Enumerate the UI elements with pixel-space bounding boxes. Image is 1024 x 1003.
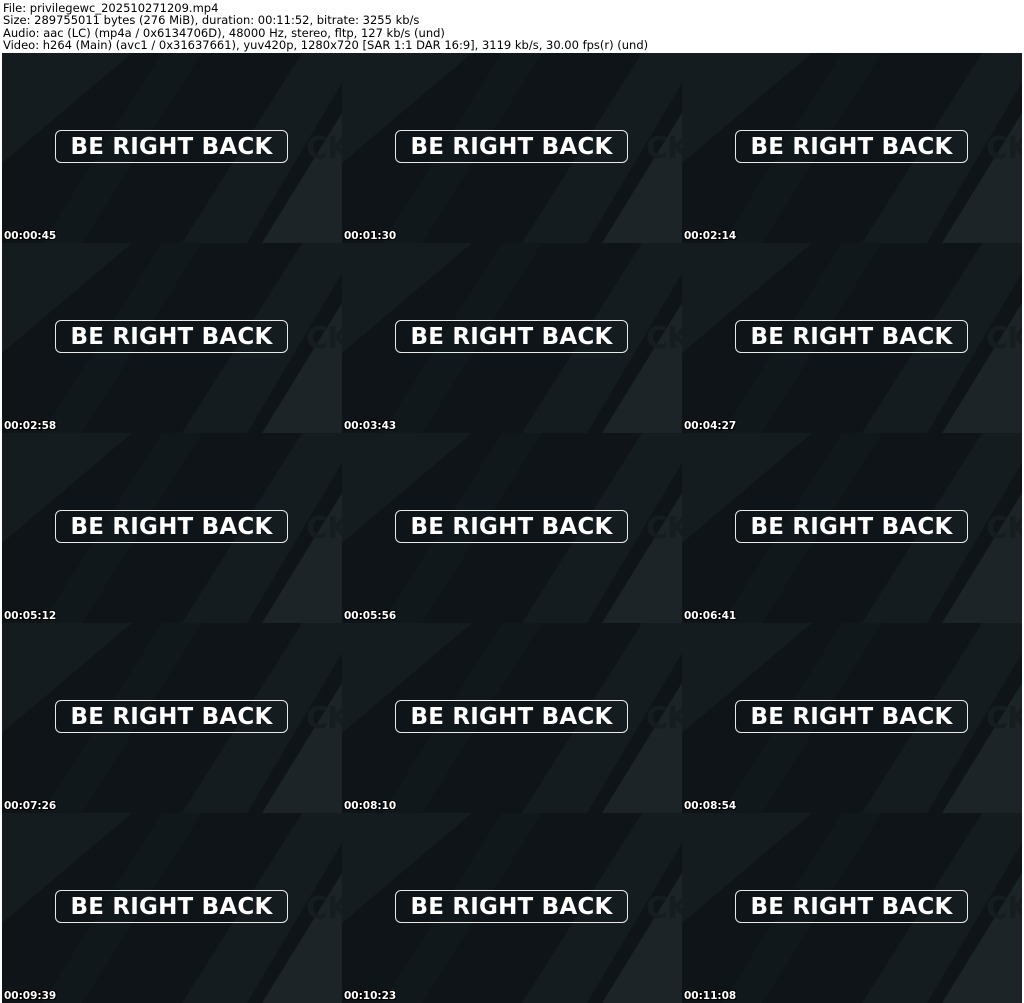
frame-timestamp: 00:02:58 bbox=[4, 420, 57, 432]
ghost-text: CK bbox=[306, 131, 342, 166]
video-frame-thumbnail: CK BE RIGHT BACK 00:09:39 bbox=[2, 813, 342, 1003]
frame-timestamp: 00:00:45 bbox=[4, 230, 57, 242]
video-frame-thumbnail: CK BE RIGHT BACK 00:02:58 bbox=[2, 243, 342, 433]
video-frame-thumbnail: CK BE RIGHT BACK 00:01:30 bbox=[342, 53, 682, 243]
video-info-header: File: privilegewc_202510271209.mp4 Size:… bbox=[3, 2, 1021, 52]
be-right-back-badge: BE RIGHT BACK bbox=[735, 130, 968, 163]
ghost-text: CK bbox=[646, 701, 682, 736]
video-frame-thumbnail: CK BE RIGHT BACK 00:03:43 bbox=[342, 243, 682, 433]
thumbnail-grid: CK BE RIGHT BACK 00:00:45 CK BE RIGHT BACK 00… bbox=[2, 53, 1022, 1003]
ghost-text: CK bbox=[646, 891, 682, 926]
frame-timestamp: 00:03:43 bbox=[344, 420, 397, 432]
frame-timestamp: 00:02:14 bbox=[684, 230, 737, 242]
ghost-text: CK bbox=[986, 701, 1022, 736]
frame-timestamp: 00:11:08 bbox=[684, 990, 737, 1002]
be-right-back-badge: BE RIGHT BACK bbox=[395, 890, 628, 923]
ghost-text: CK bbox=[646, 511, 682, 546]
frame-timestamp: 00:05:56 bbox=[344, 610, 397, 622]
be-right-back-badge: BE RIGHT BACK bbox=[55, 700, 288, 733]
video-stream-line: Video: h264 (Main) (avc1 / 0x31637661), … bbox=[3, 38, 649, 53]
video-frame-thumbnail: CK BE RIGHT BACK 00:07:26 bbox=[2, 623, 342, 813]
frame-timestamp: 00:09:39 bbox=[4, 990, 57, 1002]
ghost-text: CK bbox=[986, 511, 1022, 546]
be-right-back-badge: BE RIGHT BACK bbox=[735, 320, 968, 353]
video-frame-thumbnail: CK BE RIGHT BACK 00:00:45 bbox=[2, 53, 342, 243]
be-right-back-badge: BE RIGHT BACK bbox=[55, 320, 288, 353]
be-right-back-badge: BE RIGHT BACK bbox=[55, 890, 288, 923]
video-frame-thumbnail: CK BE RIGHT BACK 00:05:56 bbox=[342, 433, 682, 623]
frame-timestamp: 00:04:27 bbox=[684, 420, 737, 432]
be-right-back-badge: BE RIGHT BACK bbox=[55, 510, 288, 543]
ghost-text: CK bbox=[306, 511, 342, 546]
video-frame-thumbnail: CK BE RIGHT BACK 00:10:23 bbox=[342, 813, 682, 1003]
ghost-text: CK bbox=[306, 321, 342, 356]
be-right-back-badge: BE RIGHT BACK bbox=[395, 700, 628, 733]
frame-timestamp: 00:08:10 bbox=[344, 800, 397, 812]
video-frame-thumbnail: CK BE RIGHT BACK 00:08:54 bbox=[682, 623, 1022, 813]
be-right-back-badge: BE RIGHT BACK bbox=[395, 130, 628, 163]
video-frame-thumbnail: CK BE RIGHT BACK 00:05:12 bbox=[2, 433, 342, 623]
ghost-text: CK bbox=[306, 891, 342, 926]
frame-timestamp: 00:05:12 bbox=[4, 610, 57, 622]
ghost-text: CK bbox=[986, 131, 1022, 166]
file-size-line: Size: 289755011 bytes (276 MiB), duratio… bbox=[3, 13, 420, 28]
ghost-text: CK bbox=[986, 891, 1022, 926]
ghost-text: CK bbox=[986, 321, 1022, 356]
be-right-back-badge: BE RIGHT BACK bbox=[395, 320, 628, 353]
frame-timestamp: 00:10:23 bbox=[344, 990, 397, 1002]
be-right-back-badge: BE RIGHT BACK bbox=[395, 510, 628, 543]
be-right-back-badge: BE RIGHT BACK bbox=[735, 700, 968, 733]
video-frame-thumbnail: CK BE RIGHT BACK 00:02:14 bbox=[682, 53, 1022, 243]
frame-timestamp: 00:07:26 bbox=[4, 800, 57, 812]
frame-timestamp: 00:06:41 bbox=[684, 610, 737, 622]
be-right-back-badge: BE RIGHT BACK bbox=[735, 510, 968, 543]
ghost-text: CK bbox=[646, 321, 682, 356]
ghost-text: CK bbox=[306, 701, 342, 736]
frame-timestamp: 00:08:54 bbox=[684, 800, 737, 812]
video-frame-thumbnail: CK BE RIGHT BACK 00:06:41 bbox=[682, 433, 1022, 623]
be-right-back-badge: BE RIGHT BACK bbox=[735, 890, 968, 923]
video-frame-thumbnail: CK BE RIGHT BACK 00:11:08 bbox=[682, 813, 1022, 1003]
be-right-back-badge: BE RIGHT BACK bbox=[55, 130, 288, 163]
ghost-text: CK bbox=[646, 131, 682, 166]
frame-timestamp: 00:01:30 bbox=[344, 230, 397, 242]
video-frame-thumbnail: CK BE RIGHT BACK 00:08:10 bbox=[342, 623, 682, 813]
video-frame-thumbnail: CK BE RIGHT BACK 00:04:27 bbox=[682, 243, 1022, 433]
